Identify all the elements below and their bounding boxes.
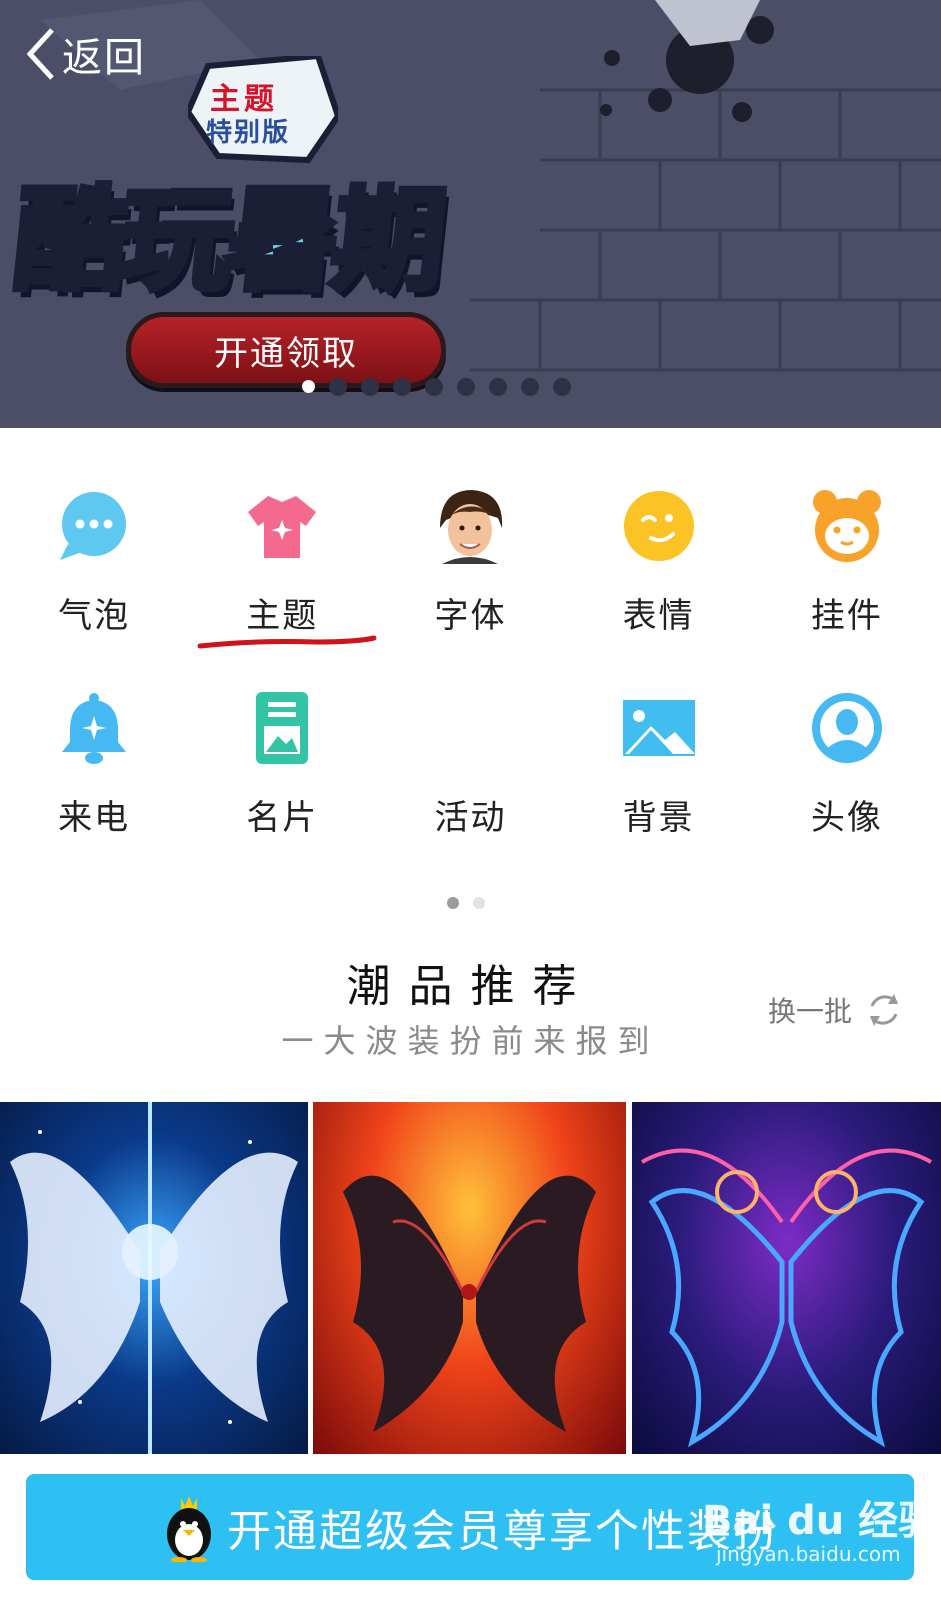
- category-label: 背景: [622, 798, 695, 838]
- tshirt-icon: [248, 496, 317, 558]
- smiley-icon: [623, 491, 694, 561]
- category-activity[interactable]: 活动: [376, 672, 564, 874]
- refresh-icon: [870, 994, 899, 1026]
- activity-icon-placeholder: [432, 690, 508, 766]
- bear-face-icon: [812, 490, 881, 562]
- back-label: 返回: [62, 35, 146, 81]
- avatar-photo-icon: [440, 490, 503, 564]
- carousel-dot[interactable]: [457, 378, 475, 396]
- category-grid: 气泡 主题 字体 表情 挂件 来电 名片 活动 背景 头像: [0, 470, 941, 874]
- theme-card[interactable]: [0, 1102, 308, 1454]
- carousel-dot[interactable]: [489, 378, 507, 396]
- penguin-icon: [167, 1496, 211, 1562]
- carousel-indicator: [302, 378, 571, 396]
- grid-page-indicator: [447, 897, 485, 909]
- category-label: 头像: [810, 798, 883, 838]
- carousel-dot[interactable]: [425, 378, 443, 396]
- refresh-label: 换一批: [768, 995, 853, 1028]
- category-row: 气泡 主题 字体 表情 挂件: [0, 470, 941, 672]
- activate-claim-button[interactable]: 开通领取: [126, 312, 446, 388]
- category-label: 气泡: [58, 596, 131, 636]
- chevron-left-icon: [26, 28, 54, 80]
- carousel-dot[interactable]: [521, 378, 539, 396]
- vip-bar-label: 开通超级会员尊享个性装扮: [227, 1506, 779, 1557]
- back-button[interactable]: 返回: [22, 24, 146, 84]
- carousel-dot-active[interactable]: [302, 380, 315, 393]
- watermark-brand: Bai du 经验: [702, 1498, 939, 1544]
- carousel-dot[interactable]: [361, 378, 379, 396]
- user-avatar-icon: [811, 693, 882, 763]
- dark-wings-icon: [343, 1175, 596, 1432]
- carousel-dot[interactable]: [329, 378, 347, 396]
- bell-icon: [62, 693, 127, 764]
- neon-wings-icon: [641, 1148, 932, 1448]
- category-label: 字体: [434, 596, 507, 636]
- promo-banner[interactable]: 返回 主题 特别版 酷玩暑期 开通领取: [0, 0, 941, 428]
- card-icon: [256, 692, 309, 764]
- carousel-dot[interactable]: [393, 378, 411, 396]
- carousel-dot[interactable]: [553, 378, 571, 396]
- category-label: 来电: [58, 798, 131, 838]
- category-label: 活动: [434, 798, 507, 838]
- banner-title: 酷玩暑期: [5, 173, 449, 309]
- badge-bottom-text: 特别版: [206, 118, 291, 148]
- refresh-batch-button[interactable]: 换一批: [768, 990, 904, 1030]
- page-dot-active: [447, 897, 459, 909]
- category-label: 挂件: [810, 596, 883, 636]
- category-avatar[interactable]: 头像: [753, 672, 941, 874]
- category-ringtone[interactable]: 来电: [0, 672, 188, 874]
- category-row: 来电 名片 活动 背景 头像: [0, 672, 941, 874]
- category-label: 表情: [622, 596, 695, 636]
- picture-icon: [622, 700, 695, 756]
- page-dot: [473, 897, 485, 909]
- handwritten-underline: [197, 635, 377, 649]
- category-background[interactable]: 背景: [565, 672, 753, 874]
- category-card[interactable]: 名片: [188, 672, 376, 874]
- category-label: 名片: [246, 798, 319, 838]
- theme-thumbnails: [0, 1102, 941, 1454]
- category-bubble[interactable]: 气泡: [0, 470, 188, 672]
- baidu-jingyan-watermark: Bai du 经验 jingyan.baidu.com: [702, 1488, 938, 1566]
- category-pendant[interactable]: 挂件: [753, 470, 941, 672]
- speech-bubble-icon: [60, 492, 127, 560]
- theme-card[interactable]: [632, 1102, 941, 1454]
- category-font[interactable]: 字体: [376, 470, 564, 672]
- theme-card[interactable]: [313, 1102, 626, 1454]
- category-emoji[interactable]: 表情: [565, 470, 753, 672]
- white-wings-icon: [10, 1102, 298, 1454]
